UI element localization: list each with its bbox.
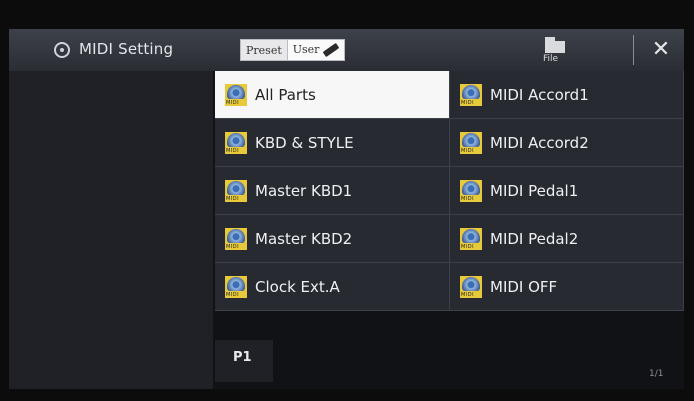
left-panel <box>9 71 213 389</box>
grid-item-label: MIDI Accord1 <box>490 85 589 104</box>
midi-template-grid: All Parts MIDI Accord1 KBD & STYLE MIDI … <box>215 71 684 324</box>
page-tab-label: P1 <box>233 350 252 365</box>
page-title: MIDI Setting <box>79 40 174 58</box>
page-tab-p1[interactable]: P1 <box>215 340 273 382</box>
midi-template-icon <box>460 179 482 202</box>
grid-item-label: KBD & STYLE <box>255 133 354 152</box>
tab-user-label: User <box>292 43 320 56</box>
grid-item-midi-pedal2[interactable]: MIDI Pedal2 <box>450 215 684 263</box>
midi-template-icon <box>460 275 482 298</box>
grid-item-midi-accord2[interactable]: MIDI Accord2 <box>450 119 684 167</box>
close-button[interactable]: ✕ <box>642 35 680 65</box>
grid-item-label: MIDI Pedal1 <box>490 181 579 200</box>
midi-setting-screen: MIDI Setting Preset User File ✕ All Part… <box>9 29 684 389</box>
grid-item-label: Master KBD1 <box>255 181 353 200</box>
midi-template-icon <box>225 83 247 106</box>
grid-item-kbd-style[interactable]: KBD & STYLE <box>215 119 450 167</box>
midi-template-icon <box>225 275 247 298</box>
preset-user-tabs: Preset User <box>240 39 346 61</box>
grid-item-label: MIDI OFF <box>490 277 558 296</box>
grid-item-label: Clock Ext.A <box>255 277 340 296</box>
pencil-icon <box>323 42 340 58</box>
grid-item-label: All Parts <box>255 85 316 104</box>
page-count: 1/1 <box>649 369 664 379</box>
folder-icon <box>545 37 565 53</box>
header-divider <box>633 35 634 65</box>
file-label: File <box>543 54 559 64</box>
grid-item-master-kbd2[interactable]: Master KBD2 <box>215 215 450 263</box>
midi-template-icon <box>225 227 247 250</box>
grid-item-clock-ext-a[interactable]: Clock Ext.A <box>215 263 450 311</box>
midi-icon <box>54 42 70 58</box>
grid-item-label: MIDI Pedal2 <box>490 229 579 248</box>
midi-template-icon <box>225 179 247 202</box>
grid-item-midi-accord1[interactable]: MIDI Accord1 <box>450 71 684 119</box>
grid-item-all-parts[interactable]: All Parts <box>215 71 450 119</box>
midi-template-icon <box>460 83 482 106</box>
grid-item-master-kbd1[interactable]: Master KBD1 <box>215 167 450 215</box>
midi-template-icon <box>460 131 482 154</box>
grid-item-midi-off[interactable]: MIDI OFF <box>450 263 684 311</box>
file-button[interactable]: File <box>536 35 576 67</box>
tab-preset[interactable]: Preset <box>240 39 288 61</box>
midi-template-icon <box>460 227 482 250</box>
header-bar: MIDI Setting Preset User File ✕ <box>9 29 684 71</box>
grid-item-label: Master KBD2 <box>255 229 353 248</box>
tab-user[interactable]: User <box>287 39 346 61</box>
title-area: MIDI Setting <box>9 29 209 71</box>
midi-template-icon <box>225 131 247 154</box>
grid-item-label: MIDI Accord2 <box>490 133 589 152</box>
grid-item-midi-pedal1[interactable]: MIDI Pedal1 <box>450 167 684 215</box>
